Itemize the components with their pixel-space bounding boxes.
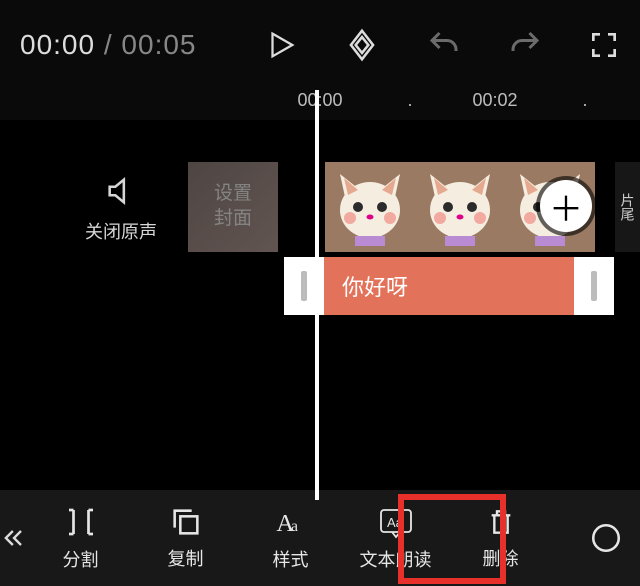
time-current: 00:00 bbox=[20, 29, 95, 60]
text-clip-content: 你好呀 bbox=[342, 270, 408, 302]
toolbar-delete[interactable]: 删除 bbox=[448, 505, 553, 571]
set-cover-button[interactable]: 设置 封面 bbox=[188, 162, 278, 252]
ruler-dot: · bbox=[582, 94, 588, 115]
chevron-double-left-icon bbox=[0, 522, 28, 554]
svg-text:a: a bbox=[291, 518, 298, 535]
mute-original-audio[interactable]: 关闭原声 bbox=[85, 174, 157, 244]
toolbar-back-button[interactable] bbox=[0, 522, 28, 554]
tts-icon: Aa bbox=[376, 504, 416, 540]
split-icon bbox=[63, 504, 99, 540]
playhead[interactable] bbox=[315, 90, 319, 500]
clip-frame bbox=[415, 162, 505, 252]
time-duration: 00:05 bbox=[121, 29, 196, 60]
speaker-icon bbox=[104, 174, 138, 208]
mute-label: 关闭原声 bbox=[85, 218, 157, 244]
time-display: 00:00 / 00:05 bbox=[20, 29, 197, 61]
toolbar-style[interactable]: Aa 样式 bbox=[238, 504, 343, 572]
toolbar-copy[interactable]: 复制 bbox=[133, 505, 238, 571]
delete-icon bbox=[485, 505, 517, 539]
ruler-tick-1: 00:02 bbox=[472, 90, 517, 111]
text-clip[interactable]: 你好呀 bbox=[284, 257, 614, 315]
toolbar-split[interactable]: 分割 bbox=[28, 504, 133, 572]
copy-icon bbox=[169, 505, 203, 539]
text-clip-handle-right[interactable] bbox=[574, 257, 614, 315]
redo-button[interactable] bbox=[507, 27, 543, 63]
ruler-dot: · bbox=[407, 94, 413, 115]
svg-text:Aa: Aa bbox=[387, 515, 404, 530]
add-clip-button[interactable]: ＋ bbox=[540, 180, 592, 232]
circle-icon bbox=[589, 521, 623, 555]
clip-frame bbox=[325, 162, 415, 252]
play-button[interactable] bbox=[264, 28, 298, 62]
timeline-tracks[interactable]: 关闭原声 设置 封面 ＋ 片尾 你好呀 bbox=[0, 120, 640, 490]
ruler-tick-0: 00:00 bbox=[297, 90, 342, 111]
style-icon: Aa bbox=[273, 504, 309, 540]
top-bar: 00:00 / 00:05 bbox=[0, 0, 640, 90]
keyframe-button[interactable] bbox=[343, 26, 381, 64]
bottom-toolbar: 分割 复制 Aa 样式 Aa 文本朗读 删除 bbox=[0, 490, 640, 586]
undo-button[interactable] bbox=[426, 27, 462, 63]
toolbar-text-to-speech[interactable]: Aa 文本朗读 bbox=[343, 504, 448, 572]
clip-tail[interactable]: 片尾 bbox=[615, 162, 640, 252]
timeline-ruler: 00:00 · 00:02 · bbox=[0, 90, 640, 120]
toolbar-more[interactable] bbox=[553, 521, 640, 555]
fullscreen-button[interactable] bbox=[588, 29, 620, 61]
